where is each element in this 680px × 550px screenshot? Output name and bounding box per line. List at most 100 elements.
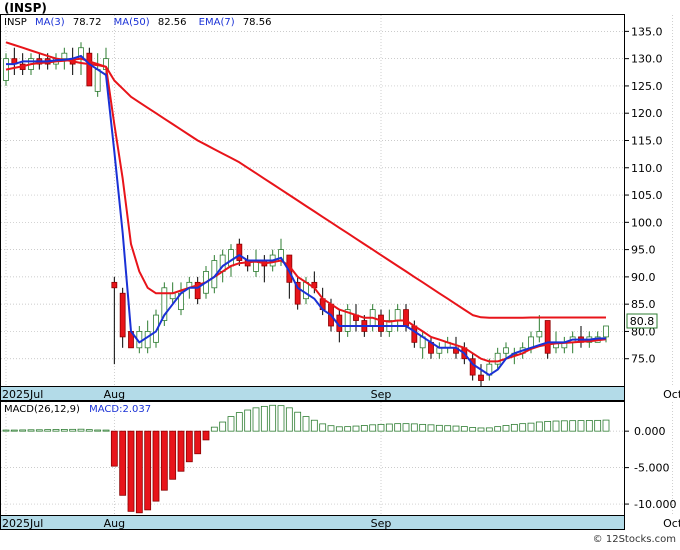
price-tick-label: 95.0 — [631, 244, 656, 257]
macd-bar — [402, 423, 410, 432]
price-tick-label: 100.0 — [631, 216, 663, 229]
price-tick-label: 90.0 — [631, 271, 656, 284]
macd-bar — [160, 430, 168, 491]
macd-bar — [552, 420, 560, 432]
candle-body — [394, 309, 401, 321]
page-title: (INSP) — [4, 1, 47, 15]
candle-body — [528, 336, 534, 349]
macd-bar — [469, 427, 477, 432]
macd-bar — [269, 404, 277, 432]
stock-chart: 135.0 130.0 125.0 120.0 115.0 110.0 105.0 100.0… — [0, 0, 680, 546]
macd-bar — [219, 421, 227, 432]
macd-bar — [377, 423, 385, 432]
price-month-label: Oct — [663, 388, 680, 401]
macd-bar — [194, 430, 202, 455]
macd-bar — [477, 427, 485, 432]
price-date-band — [0, 386, 625, 401]
macd-bar — [69, 428, 77, 432]
macd-month-label: Sep — [371, 517, 392, 530]
price-month-label: 2025Jul — [2, 388, 43, 401]
macd-bar — [19, 429, 27, 432]
candle-body — [236, 243, 243, 261]
macd-bar — [77, 428, 85, 432]
macd-bar — [2, 429, 10, 432]
macd-tick-label: -5.000 — [634, 462, 669, 475]
macd-bar — [319, 423, 327, 432]
macd-bar — [177, 430, 185, 472]
indicator-legend: INSP MA(3) 78.72 MA(50) 82.56 EMA(7) 78.… — [4, 17, 271, 28]
candle-body — [603, 325, 609, 338]
candle-body — [61, 52, 68, 60]
macd-bar — [235, 412, 243, 432]
price-tick-label: 135.0 — [631, 25, 663, 38]
price-month-label: Aug — [104, 388, 125, 401]
macd-bar — [419, 423, 427, 432]
legend-ema7-label: EMA(7) — [199, 17, 235, 28]
macd-bar — [544, 420, 552, 432]
macd-bar — [394, 423, 402, 432]
macd-bar — [527, 422, 535, 432]
macd-bar — [494, 426, 502, 432]
macd-bar — [594, 419, 602, 432]
macd-bar — [285, 407, 293, 432]
macd-bar — [119, 430, 127, 496]
macd-bar — [435, 424, 443, 432]
macd-bar — [427, 424, 435, 432]
macd-bar — [460, 426, 468, 432]
macd-month-label: Oct — [663, 517, 680, 530]
macd-bar — [127, 430, 135, 512]
legend-ema7-value: 78.56 — [243, 17, 272, 28]
macd-bar — [510, 423, 518, 432]
candle-body — [403, 309, 409, 327]
macd-bar — [360, 425, 368, 432]
macd-bar — [185, 430, 193, 463]
macd-bar — [352, 425, 360, 432]
macd-bar — [585, 420, 593, 432]
macd-bar — [385, 423, 393, 432]
legend-ma50-label: MA(50) — [114, 17, 150, 28]
macd-bar — [502, 425, 510, 432]
macd-bar — [519, 423, 527, 432]
candle-body — [503, 347, 509, 354]
price-panel — [0, 14, 625, 387]
macd-bar — [535, 421, 543, 432]
macd-bar — [369, 424, 377, 432]
macd-bar — [169, 430, 177, 480]
watermark: © 12Stocks.com — [593, 534, 676, 545]
candle-body — [86, 52, 93, 87]
candle-body — [228, 249, 234, 267]
macd-bar — [569, 420, 577, 432]
macd-bar — [485, 427, 493, 432]
macd-bar — [27, 429, 35, 432]
legend-ma50-value: 82.56 — [158, 17, 187, 28]
price-tick-label: 125.0 — [631, 80, 663, 93]
macd-bar — [452, 425, 460, 432]
candle-body — [303, 281, 309, 300]
macd-panel — [0, 401, 625, 516]
candle-body — [94, 69, 101, 92]
macd-bar — [144, 430, 152, 511]
macd-bar — [294, 411, 302, 432]
macd-month-label: 2025Jul — [2, 517, 43, 530]
legend-ma3-value: 78.72 — [73, 17, 102, 28]
macd-bar — [344, 426, 352, 432]
macd-bar — [577, 420, 585, 432]
legend-ma3-label: MA(3) — [35, 17, 65, 28]
macd-bar — [335, 426, 343, 432]
candle-body — [119, 292, 126, 338]
legend-symbol: INSP — [4, 17, 27, 28]
price-tick-label: 85.0 — [631, 298, 656, 311]
macd-bar — [410, 423, 418, 432]
macd-bar — [302, 416, 310, 432]
macd-bar — [444, 425, 452, 432]
macd-date-band — [0, 515, 625, 530]
macd-value: MACD:2.037 — [89, 404, 151, 415]
macd-bar — [277, 405, 285, 432]
macd-bar — [310, 419, 318, 432]
macd-bar — [135, 430, 143, 514]
macd-axis: 0.000 -5.000 -10.000 — [624, 425, 676, 511]
candle-body — [111, 281, 118, 289]
macd-bar — [52, 429, 60, 432]
macd-bar — [85, 429, 93, 432]
macd-month-label: Aug — [104, 517, 125, 530]
